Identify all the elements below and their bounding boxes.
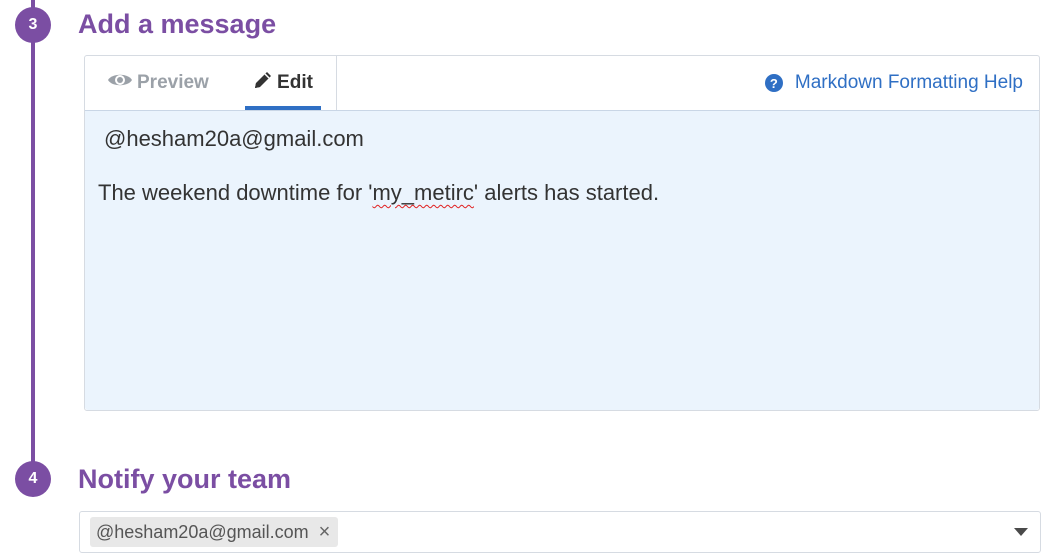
tab-edit-label: Edit — [277, 72, 313, 93]
editor-tabs: Preview Edit ? Markdown Formatting Help — [85, 56, 1039, 111]
recipient-chip-label: @hesham20a@gmail.com — [96, 521, 309, 542]
message-body-line: The weekend downtime for 'my_metirc' ale… — [98, 178, 659, 208]
step-3-title: Add a message — [78, 9, 277, 39]
caret-down-icon[interactable] — [1014, 528, 1028, 536]
monitor-message-form: 3 Add a message Preview Edit ? Markdown … — [0, 0, 1060, 556]
misspelled-word: my_metirc — [372, 180, 474, 205]
message-text-after: ' alerts has started. — [473, 180, 660, 205]
step-4-title: Notify your team — [78, 464, 292, 494]
close-icon[interactable]: × — [319, 522, 331, 542]
markdown-help-link[interactable]: ? Markdown Formatting Help — [764, 56, 1023, 110]
tab-divider — [336, 56, 337, 110]
question-circle-icon: ? — [764, 74, 783, 92]
pencil-icon — [253, 70, 273, 96]
eye-icon — [107, 71, 133, 95]
markdown-help-label: Markdown Formatting Help — [794, 72, 1023, 93]
message-text-before: The weekend downtime for ' — [98, 180, 373, 205]
message-mention-line: @hesham20a@gmail.com — [104, 126, 364, 151]
message-textarea[interactable]: @hesham20a@gmail.com The weekend downtim… — [85, 111, 1039, 410]
step-3-badge: 3 — [15, 7, 51, 43]
notify-recipients-select[interactable]: @hesham20a@gmail.com × — [79, 511, 1041, 553]
tab-preview[interactable]: Preview — [107, 56, 209, 110]
tab-preview-label: Preview — [137, 72, 209, 93]
recipient-chip: @hesham20a@gmail.com × — [90, 517, 339, 547]
step-connector-line — [31, 0, 35, 470]
tab-edit[interactable]: Edit — [245, 56, 321, 110]
step-4-badge: 4 — [15, 461, 51, 497]
message-editor: Preview Edit ? Markdown Formatting Help — [84, 55, 1040, 411]
